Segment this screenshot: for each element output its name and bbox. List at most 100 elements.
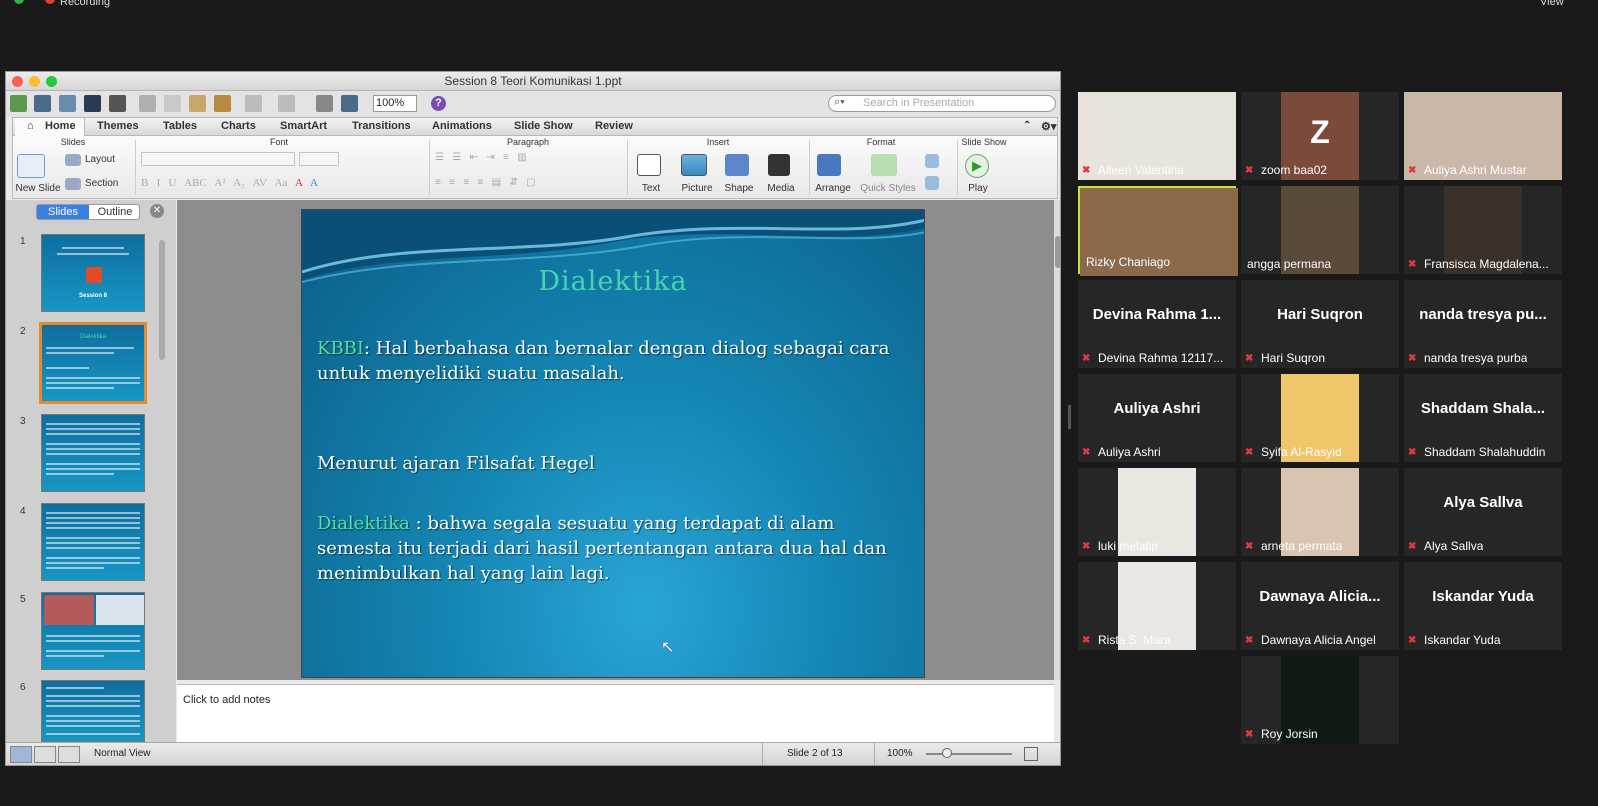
play-button[interactable]: Play — [963, 183, 993, 194]
close-pane-icon[interactable]: ✕ — [150, 204, 164, 218]
participant-tile[interactable]: Auliya Ashri ✖ Auliya Ashri — [1078, 374, 1236, 462]
help-icon[interactable]: ? — [431, 96, 446, 111]
view-button[interactable]: View — [1540, 0, 1564, 8]
font-name-select[interactable] — [141, 152, 295, 166]
new-slide-button[interactable]: New Slide — [13, 183, 63, 194]
fill-color-icon[interactable] — [925, 154, 939, 168]
insert-text-button[interactable]: Text — [633, 183, 669, 194]
participant-tile[interactable]: ✖ Syifa Al-Rasyid — [1241, 374, 1399, 462]
tab-smartart[interactable]: SmartArt — [280, 120, 327, 132]
arrange-button[interactable]: Arrange — [811, 183, 855, 194]
zoom-slider-thumb[interactable] — [942, 748, 952, 758]
tab-animations[interactable]: Animations — [432, 120, 492, 132]
participant-tile[interactable]: ✖ Auliya Ashri Mustar — [1404, 92, 1562, 180]
fit-window-icon[interactable] — [1024, 747, 1038, 761]
new-slide-icon[interactable] — [17, 154, 45, 178]
gear-icon[interactable]: ⚙▾ — [1041, 120, 1056, 133]
participant-display-name: Iskandar Yuda — [1432, 588, 1534, 605]
thumb-photo — [44, 595, 94, 625]
align-buttons[interactable]: ≡ ≡ ≡ ≡ ▤ ⇵ ▢ — [435, 177, 621, 191]
layout-button[interactable]: Layout — [85, 154, 115, 165]
cut-icon[interactable] — [139, 95, 156, 112]
participant-tile[interactable]: angga permana — [1241, 186, 1399, 274]
slide-thumbnail[interactable] — [41, 680, 145, 742]
tab-themes[interactable]: Themes — [97, 120, 139, 132]
section-button[interactable]: Section — [85, 178, 118, 189]
save-icon[interactable] — [84, 95, 101, 112]
font-size-select[interactable] — [299, 152, 339, 166]
participant-tile[interactable]: ✖ Roy Jorsin — [1241, 656, 1399, 744]
participant-tile[interactable]: nanda tresya pu... ✖ nanda tresya purba — [1404, 280, 1562, 368]
status-dot-icon — [14, 0, 24, 4]
tab-home[interactable]: ⌂ Home — [15, 118, 85, 136]
participant-tile[interactable]: ✖ arneta permata — [1241, 468, 1399, 556]
media-browser-icon[interactable] — [341, 95, 358, 112]
thumb-number: 5 — [20, 594, 26, 605]
participant-display-name: Dawnaya Alicia... — [1259, 588, 1381, 605]
gallery-resize-handle[interactable] — [1068, 405, 1071, 429]
redo-icon[interactable] — [278, 95, 295, 112]
zoom-slider[interactable] — [926, 753, 1012, 755]
document-title: Session 8 Teori Komunikasi 1.ppt — [444, 74, 622, 88]
slides-pane-scrollbar[interactable] — [159, 240, 165, 360]
slide-canvas[interactable]: Dialektika KBBI: Hal berbahasa dan berna… — [301, 209, 925, 678]
quick-styles-button[interactable]: Quick Styles — [859, 183, 917, 194]
participant-tile[interactable]: Z ✖ zoom baa02 — [1241, 92, 1399, 180]
thumb-title: Session 8 — [78, 293, 107, 299]
participant-tile[interactable]: Hari Suqron ✖ Hari Suqron — [1241, 280, 1399, 368]
print-icon[interactable] — [109, 95, 126, 112]
participant-display-name: nanda tresya pu... — [1419, 306, 1547, 323]
collapse-ribbon-icon[interactable]: ⌃ — [1023, 120, 1031, 131]
open-icon[interactable] — [59, 95, 76, 112]
font-style-buttons[interactable]: B I U ABC A² A₂ AV Aa A A — [141, 177, 411, 191]
muted-mic-icon: ✖ — [1082, 541, 1091, 552]
format-painter-icon[interactable] — [214, 95, 231, 112]
insert-picture-button[interactable]: Picture — [677, 183, 717, 194]
participant-tile[interactable]: ✖ Fransisca Magdalena... — [1404, 186, 1562, 274]
slide-thumbnail[interactable] — [41, 592, 145, 670]
participant-tile[interactable]: Shaddam Shala... ✖ Shaddam Shalahuddin — [1404, 374, 1562, 462]
tab-outline[interactable]: Outline — [89, 205, 139, 219]
zoom-select[interactable]: 100% — [373, 95, 417, 112]
line-color-icon[interactable] — [925, 176, 939, 190]
template-gallery-icon[interactable] — [34, 95, 51, 112]
tab-tables[interactable]: Tables — [163, 120, 197, 132]
participant-tile[interactable]: ✖ Rista S. Mara — [1078, 562, 1236, 650]
scroll-thumb[interactable] — [1055, 236, 1060, 268]
slide-thumbnail-selected[interactable]: Dialektika — [39, 322, 147, 404]
tab-slides[interactable]: Slides — [37, 205, 89, 219]
notes-pane[interactable]: Click to add notes — [177, 684, 1054, 742]
slide-thumbnail[interactable] — [41, 503, 145, 581]
copy-icon[interactable] — [164, 95, 181, 112]
participant-name: Dawnaya Alicia Angel — [1261, 633, 1376, 647]
participant-tile[interactable]: Alya Sallva ✖ Alya Sallva — [1404, 468, 1562, 556]
participant-tile[interactable]: Rizky Chaniago — [1078, 186, 1238, 276]
editor-scrollbar[interactable] — [1054, 200, 1060, 680]
new-presentation-icon[interactable] — [10, 95, 27, 112]
tab-transitions[interactable]: Transitions — [352, 120, 411, 132]
presenter-view-icon[interactable] — [58, 746, 80, 763]
undo-icon[interactable] — [245, 95, 262, 112]
slide-thumbnail[interactable] — [41, 414, 145, 492]
tab-review[interactable]: Review — [595, 120, 633, 132]
insert-media-button[interactable]: Media — [763, 183, 799, 194]
muted-mic-icon: ✖ — [1408, 165, 1417, 176]
paste-icon[interactable] — [189, 95, 206, 112]
arrange-icon — [817, 154, 841, 176]
tab-charts[interactable]: Charts — [221, 120, 256, 132]
participant-tile[interactable]: Devina Rahma 1... ✖ Devina Rahma 12117... — [1078, 280, 1236, 368]
participant-tile[interactable]: ✖ luki melatip — [1078, 468, 1236, 556]
participant-tile[interactable]: Iskandar Yuda ✖ Iskandar Yuda — [1404, 562, 1562, 650]
list-buttons[interactable]: ☰ ☰ ⇤ ⇥ ≡ ▥ — [435, 152, 621, 166]
slide-thumbnail[interactable]: Session 8 — [41, 234, 145, 312]
participant-tile[interactable]: Dawnaya Alicia... ✖ Dawnaya Alicia Angel — [1241, 562, 1399, 650]
toggle-sidebar-icon[interactable] — [316, 95, 333, 112]
participant-tile[interactable]: ✖ Aileen Valentina — [1078, 92, 1236, 180]
tab-slide-show[interactable]: Slide Show — [514, 120, 573, 132]
thumb-number: 2 — [20, 326, 26, 337]
search-input[interactable]: Search in Presentation — [828, 95, 1056, 112]
slide-sorter-icon[interactable] — [34, 746, 56, 763]
insert-shape-button[interactable]: Shape — [721, 183, 757, 194]
normal-view-icon[interactable] — [10, 746, 32, 763]
ribbon-tab-bar: ⌂ Home Themes Tables Charts SmartArt Tra… — [12, 117, 1058, 136]
